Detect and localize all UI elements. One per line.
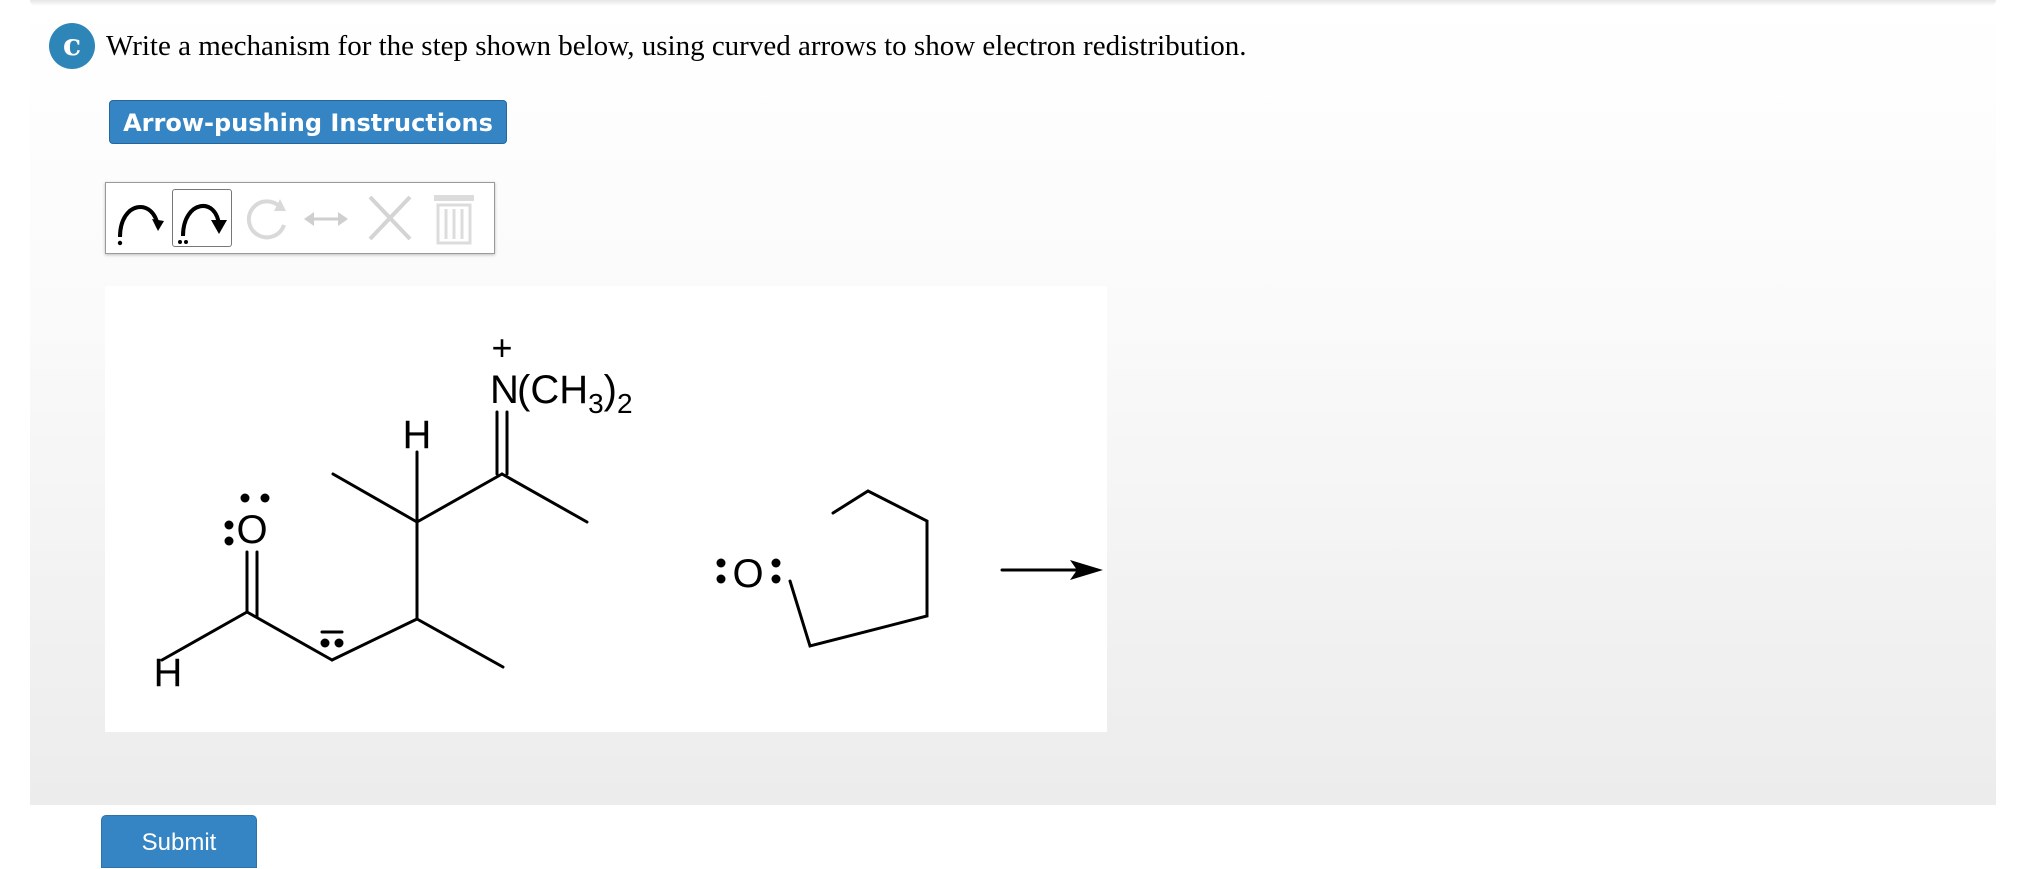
header-shadow [30,0,1996,6]
ether-o-lp-2 [716,574,726,584]
bond-c4-c5 [415,472,504,524]
carbonyl-o-lp-3 [240,493,250,503]
carbanion-lp-1 [320,638,330,648]
question-text: Write a mechanism for the step shown bel… [106,30,1247,62]
thf-ring [788,489,929,648]
ether-o-lp-1 [716,558,726,568]
plus-charge-label: + [491,327,512,368]
trash-icon[interactable] [426,189,482,247]
amine-group-label: (CH3)2 [517,368,633,419]
h-top-label: H [403,413,432,457]
arrow-toolbar [105,182,495,254]
resonance-arrow-icon[interactable] [298,189,354,247]
bond-c4-methyl [331,472,419,524]
carbonyl-o-lp-4 [260,493,270,503]
bond-c3-methyl [415,617,505,669]
arrow-pushing-instructions-button[interactable]: Arrow-pushing Instructions [109,100,507,144]
part-label-badge: c [49,23,95,69]
carbonyl-o-lp-2 [224,536,234,546]
mechanism-canvas[interactable]: O H H + N (CH3)2 O [105,286,1107,732]
single-electron-arrow-icon[interactable] [110,189,170,247]
ether-o-lp-4 [771,574,781,584]
amine-n-label: N [490,368,519,412]
submit-button[interactable]: Submit [101,815,257,868]
ether-o-label: O [732,552,763,596]
rotate-icon[interactable] [240,189,296,247]
bond-c2-c3 [330,617,419,662]
carbonyl-o-lp-1 [224,520,234,530]
reaction-drawing: O H H + N (CH3)2 O [154,327,1103,695]
carbanion-lp-2 [334,638,344,648]
delete-x-icon[interactable] [362,189,418,247]
bond-c1-c2 [245,610,334,662]
ether-o-lp-3 [771,558,781,568]
carbonyl-o-label: O [236,508,267,552]
bond-c5-methyl [500,472,589,524]
electron-pair-arrow-icon[interactable] [172,189,232,247]
h-left-label: H [154,651,183,695]
